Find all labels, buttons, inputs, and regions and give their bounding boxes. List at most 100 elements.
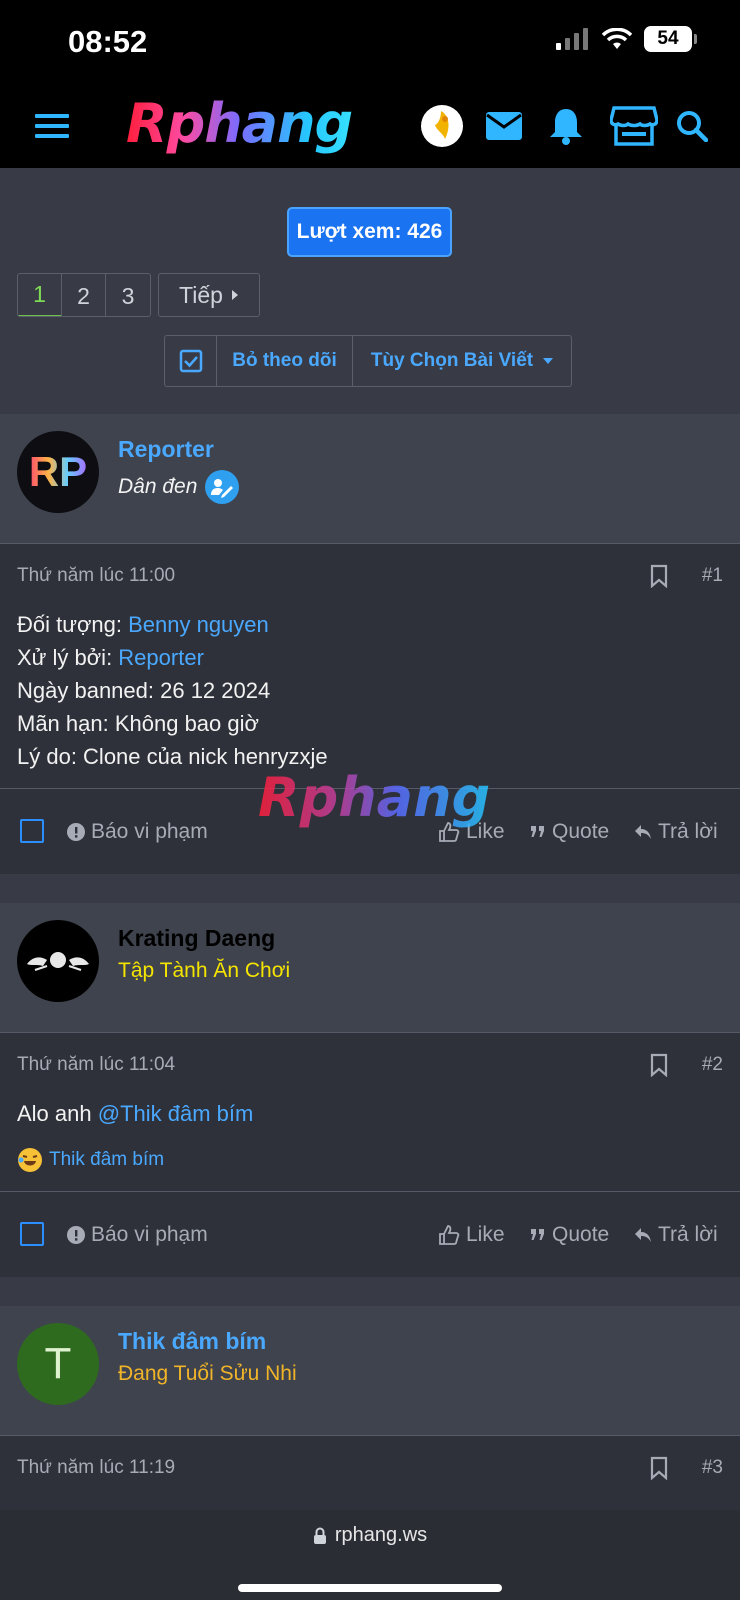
post-number[interactable]: #3 [702, 1457, 723, 1479]
quote-icon [531, 1229, 544, 1240]
report-button[interactable]: Báo vi phạm [67, 789, 208, 875]
report-label: Báo vi phạm [91, 1223, 208, 1246]
user-edit-badge-icon [205, 470, 240, 504]
content-line: Đối tượng: Benny nguyen [17, 608, 328, 641]
select-post-checkbox[interactable] [20, 819, 44, 843]
next-page-label: Tiếp [179, 281, 223, 308]
store-icon[interactable] [608, 84, 660, 168]
report-label: Báo vi phạm [91, 820, 208, 843]
bookmark-icon[interactable] [650, 1456, 668, 1480]
thumbs-up-icon [439, 1225, 460, 1245]
post-text: Alo anh [17, 1101, 98, 1126]
reply-icon [635, 1228, 651, 1242]
status-time: 08:52 [68, 24, 148, 59]
select-all-checkbox[interactable] [165, 336, 217, 386]
username[interactable]: Reporter [118, 436, 214, 463]
post-options-label: Tùy Chọn Bài Viết [370, 350, 534, 371]
like-button[interactable]: Like [438, 1192, 505, 1278]
post-number[interactable]: #2 [702, 1054, 723, 1076]
content-line: Ngày banned: 26 12 2024 [17, 678, 271, 703]
post-timestamp[interactable]: Thứ năm lúc 11:00 [17, 565, 175, 587]
content-line: Xử lý bởi: Reporter [17, 641, 328, 674]
site-logo[interactable]: Rphang [126, 92, 353, 156]
post-header: RP Reporter Dân đen [0, 414, 740, 544]
avatar[interactable] [17, 920, 99, 1002]
select-post-checkbox[interactable] [20, 1222, 44, 1246]
mention-link[interactable]: @Thik đâm bím [98, 1101, 254, 1126]
lock-icon [313, 1527, 326, 1544]
username[interactable]: Krating Daeng [118, 925, 275, 952]
pagination: 1 2 3 [17, 273, 151, 317]
inbox-icon[interactable] [482, 84, 526, 168]
address-bar[interactable]: rphang.ws [0, 1524, 740, 1547]
user-title: Tập Tành Ăn Chơi [118, 959, 291, 982]
quote-button[interactable]: Quote [530, 1192, 609, 1278]
watermark-logo: Rphang [258, 766, 491, 829]
avatar[interactable]: T [17, 1323, 99, 1405]
quote-button[interactable]: Quote [530, 789, 609, 875]
like-label: Like [466, 1223, 505, 1246]
post-footer: Báo vi phạm Like Quote Trả lời [0, 1191, 740, 1277]
caret-down-icon [543, 358, 554, 364]
post-number[interactable]: #1 [702, 565, 723, 587]
post-3: T Thik đâm bím Đang Tuổi Sửu Nhi Thứ năm… [0, 1306, 740, 1510]
user-link[interactable]: Benny nguyen [128, 612, 269, 637]
home-indicator[interactable] [238, 1584, 502, 1592]
status-icons: 54 [556, 26, 697, 52]
url-text: rphang.ws [334, 1524, 428, 1546]
laughing-emoji-icon [18, 1148, 42, 1172]
bookmark-icon[interactable] [650, 1053, 668, 1077]
line-label: Xử lý bởi: [17, 645, 119, 670]
avatar-initials: T [44, 1339, 72, 1388]
post-header: T Thik đâm bím Đang Tuổi Sửu Nhi [0, 1306, 740, 1436]
next-page-button[interactable]: Tiếp [158, 273, 260, 317]
post-timestamp[interactable]: Thứ năm lúc 11:19 [17, 1457, 175, 1479]
signal-icon [556, 28, 588, 50]
avatar-initials: RP [28, 448, 88, 495]
user-title: Dân đen [118, 475, 198, 498]
bookmark-icon[interactable] [650, 564, 668, 588]
user-avatar-icon[interactable] [420, 84, 464, 168]
user-link[interactable]: Reporter [118, 645, 204, 670]
battery-indicator: 54 [644, 26, 697, 52]
page-link-3[interactable]: 3 [106, 274, 150, 316]
quote-icon [531, 826, 544, 837]
unfollow-button[interactable]: Bỏ theo dõi [217, 336, 353, 386]
reply-label: Trả lời [658, 820, 718, 843]
username[interactable]: Thik đâm bím [118, 1328, 266, 1355]
reaction-user: Thik đâm bím [49, 1149, 165, 1170]
content-line: Mãn hạn: Không bao giờ [17, 711, 259, 736]
status-bar: 08:52 54 [0, 0, 740, 84]
post-options-dropdown[interactable]: Tùy Chọn Bài Viết [353, 336, 571, 386]
quote-label: Quote [552, 1223, 610, 1246]
browser-bottom-bar: rphang.ws [0, 1510, 740, 1600]
thread-toolbar: Bỏ theo dõi Tùy Chọn Bài Viết [164, 335, 572, 387]
reactions-summary[interactable]: Thik đâm bím [17, 1147, 164, 1173]
reply-button[interactable]: Trả lời [634, 1192, 718, 1278]
view-count-badge: Lượt xem: 426 [287, 207, 452, 257]
post-timestamp[interactable]: Thứ năm lúc 11:04 [17, 1054, 175, 1076]
search-icon[interactable] [672, 84, 712, 168]
post-content: Alo anh @Thik đâm bím [17, 1097, 253, 1130]
post-content: Đối tượng: Benny nguyen Xử lý bởi: Repor… [17, 608, 328, 773]
reply-button[interactable]: Trả lời [634, 789, 718, 875]
menu-icon[interactable] [30, 84, 74, 168]
reply-label: Trả lời [658, 1223, 718, 1246]
post-2: Krating Daeng Tập Tành Ăn Chơi Thứ năm l… [0, 903, 740, 1277]
alert-icon [67, 823, 85, 841]
reply-icon [635, 825, 651, 839]
red-bull-logo-icon [27, 952, 89, 971]
report-button[interactable]: Báo vi phạm [67, 1192, 208, 1278]
avatar[interactable]: RP [17, 431, 99, 513]
checkbox-checked-icon [179, 349, 202, 373]
wifi-icon [602, 28, 632, 49]
alert-icon [67, 1226, 85, 1244]
page-link-2[interactable]: 2 [62, 274, 106, 316]
user-title-row: Dân đen [118, 470, 240, 504]
post-header: Krating Daeng Tập Tành Ăn Chơi [0, 903, 740, 1033]
top-navbar [0, 84, 740, 168]
notification-bell-icon[interactable] [544, 84, 588, 168]
line-label: Đối tượng: [17, 612, 129, 637]
page-link-1[interactable]: 1 [18, 274, 62, 316]
caret-right-icon [231, 290, 238, 300]
